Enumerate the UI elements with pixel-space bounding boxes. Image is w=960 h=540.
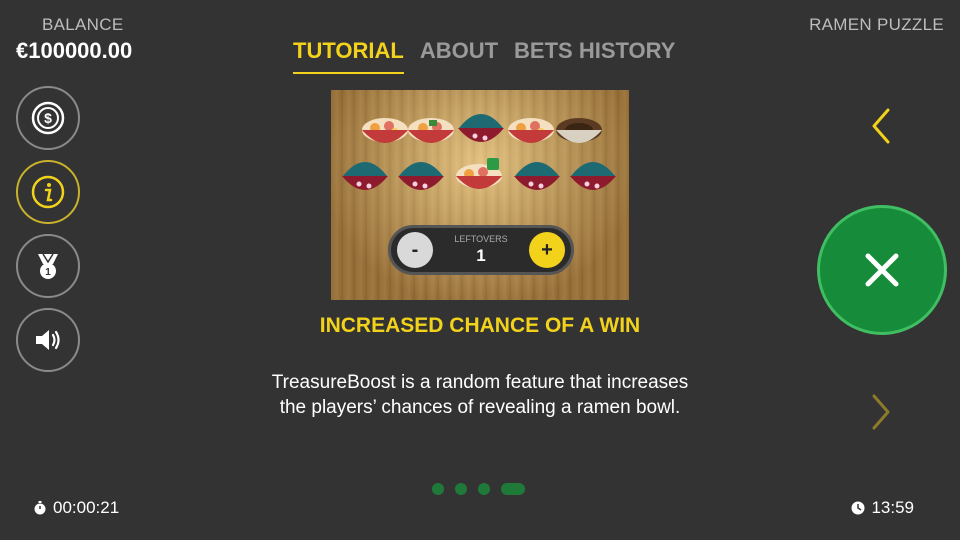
ramen-bowl-icon: [508, 118, 554, 143]
bet-button[interactable]: $: [16, 86, 80, 150]
leftovers-value: 1: [476, 246, 486, 265]
covered-bowl-icon: [342, 162, 388, 190]
next-page-button[interactable]: [866, 392, 896, 432]
info-button[interactable]: [16, 160, 80, 224]
empty-bowl-icon: [556, 118, 602, 143]
svg-text:$: $: [44, 110, 52, 126]
medal-icon: 1: [38, 253, 58, 279]
leftovers-control: - LEFTOVERS 1 +: [388, 225, 574, 275]
clock-value: 13:59: [871, 498, 914, 517]
game-title: RAMEN PUZZLE: [809, 15, 944, 34]
info-icon: [31, 175, 65, 209]
balance-value: €100000.00: [16, 38, 133, 63]
session-timer: 00:00:21: [33, 498, 119, 518]
dollar-coin-icon: $: [31, 101, 65, 135]
balance-label: BALANCE: [42, 15, 124, 34]
clock-icon: [851, 501, 865, 515]
covered-bowl-icon: [514, 162, 560, 190]
page-dot-active[interactable]: [501, 483, 525, 495]
tab-about[interactable]: ABOUT: [420, 38, 498, 74]
covered-bowl-icon: [458, 114, 504, 142]
tab-bets-history[interactable]: BETS HISTORY: [514, 38, 675, 74]
ramen-bowl-icon: [408, 118, 454, 143]
session-timer-value: 00:00:21: [53, 498, 120, 517]
ramen-bowl-icon: [362, 118, 408, 143]
clock: 13:59: [851, 498, 914, 518]
page-dot[interactable]: [455, 483, 467, 495]
leftovers-plus-button: +: [528, 232, 565, 268]
tutorial-heading: INCREASED CHANCE OF A WIN: [319, 314, 641, 337]
chevron-left-icon: [872, 108, 890, 144]
previous-page-button[interactable]: [866, 106, 896, 146]
tutorial-description: TreasureBoost is a random feature that i…: [271, 372, 689, 418]
svg-text:1: 1: [45, 267, 51, 278]
chevron-right-icon: [872, 394, 890, 430]
tab-bar: TUTORIAL ABOUT BETS HISTORY: [293, 38, 675, 74]
close-button[interactable]: [817, 205, 947, 335]
pagination-dots: [432, 483, 525, 495]
tab-tutorial[interactable]: TUTORIAL: [293, 38, 404, 74]
leaderboard-button[interactable]: 1: [16, 234, 80, 298]
leftovers-display: LEFTOVERS 1: [454, 234, 507, 266]
leftovers-minus-button: -: [397, 232, 433, 268]
leftovers-label: LEFTOVERS: [454, 234, 508, 244]
stopwatch-icon: [34, 501, 46, 515]
covered-bowl-icon: [570, 162, 616, 190]
ramen-bowl-icon: [456, 158, 502, 189]
page-dot[interactable]: [478, 483, 490, 495]
close-icon: [865, 253, 899, 287]
page-dot[interactable]: [432, 483, 444, 495]
tutorial-illustration: - LEFTOVERS 1 +: [331, 90, 629, 300]
covered-bowl-icon: [398, 162, 444, 190]
